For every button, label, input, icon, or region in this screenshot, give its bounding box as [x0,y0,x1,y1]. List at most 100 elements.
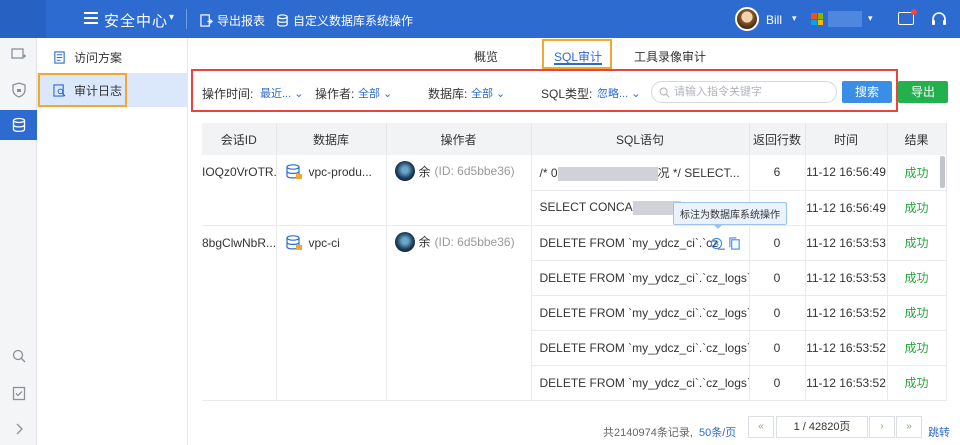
menu-icon[interactable] [84,12,98,24]
table-row[interactable]: 8bgClwNbR... vpc-ci 余 (ID: 6d5bbe36) DELE… [202,225,947,401]
time-filter-label: 操作时间: [202,87,254,101]
tab-overview[interactable]: 概览 [474,48,498,65]
next-page-button[interactable]: › [869,416,895,438]
main-content: 概览 SQL审计 工具录像审计 操作时间: 最近... ⌄ 操作者: 全部 ⌄ … [188,38,960,445]
page-size-select[interactable]: 50条/页 [699,424,736,440]
session-id-cell[interactable]: IOQz0VrOTR... [202,155,277,226]
time-cell: 11-12 16:56:49 [805,155,888,191]
export-report-button[interactable]: 导出报表 [200,12,265,29]
chevron-down-icon[interactable]: ▾ [169,12,174,23]
tooltip: 标注为数据库系统操作 [673,202,787,229]
redacted-text [557,166,658,181]
mark-system-op-icon[interactable] [710,237,723,250]
avatar[interactable] [735,7,759,31]
sql-text: DELETE FROM `my_ydcz_ci`.`cz_ [539,235,725,250]
custom-db-op-button[interactable]: 自定义数据库系统操作 [276,12,413,29]
column-header[interactable]: 返回行数 [749,123,806,155]
sql-cell[interactable]: DELETE FROM `my_ydcz_ci`.`cz_ [531,225,750,261]
custom-db-op-label: 自定义数据库系统操作 [293,14,414,28]
result-cell: 成功 [887,330,947,366]
operator-filter-select[interactable]: 全部 ⌄ [358,85,392,101]
operator-filter-value: 全部 [358,88,380,100]
time-cell: 11-12 16:56:49 [805,190,888,226]
column-header[interactable]: 时间 [805,123,888,155]
column-header[interactable]: 操作者 [386,123,532,155]
sql-cell[interactable]: /* 0 况 */ SELECT... [531,155,750,191]
page-info-text: 1 / 42820页 [793,421,851,433]
chevron-down-icon[interactable]: ▾ [792,13,797,24]
sql-cell[interactable]: DELETE FROM `my_ydcz_ci`.`cz_logs` ... [531,365,750,401]
first-page-button[interactable]: « [748,416,774,438]
page-info: 1 / 42820页 [776,416,868,438]
result-cell: 成功 [887,260,947,296]
operator-id: (ID: 6d5bbe36) [434,164,515,178]
clipboard-check-icon[interactable] [0,378,37,408]
headset-icon[interactable] [931,11,947,27]
region-selector[interactable] [828,11,862,27]
table-row[interactable]: IOQz0VrOTR... vpc-produ... 余 (ID: 6d5bbe3… [202,155,947,226]
sidebar-item-access-plan[interactable]: 访问方案 [37,40,188,74]
result-cell: 成功 [887,365,947,401]
search-box[interactable] [651,81,837,103]
database-cell: vpc-ci [276,225,387,401]
export-button[interactable]: 导出 [898,81,948,103]
side-nav: 访问方案 审计日志 [37,38,188,445]
session-id-cell[interactable]: 8bgClwNbR... [202,225,277,401]
table-header: 会话ID 数据库 操作者 SQL语句 返回行数 时间 结果 [202,123,947,155]
result-cell: 成功 [887,295,947,331]
rows-cell: 0 [749,295,806,331]
time-cell: 11-12 16:53:52 [805,365,888,401]
time-cell: 11-12 16:53:52 [805,295,888,331]
column-header[interactable]: 会话ID [202,123,277,155]
rows-cell: 0 [749,260,806,296]
rows-cell: 0 [749,365,806,401]
sidebar-item-audit-log[interactable]: 审计日志 [37,73,188,107]
tab-tool-recording-audit[interactable]: 工具录像审计 [634,48,706,65]
sql-cell[interactable]: DELETE FROM `my_ydcz_ci`.`cz_logs` ... [531,260,750,296]
operator-cell: 余 (ID: 6d5bbe36) [386,225,532,401]
jump-link[interactable]: 跳转 [928,424,950,440]
sql-cell[interactable]: DELETE FROM `my_ydcz_ci`.`cz_logs` ... [531,295,750,331]
search-button[interactable]: 搜索 [842,81,892,103]
database-cell: vpc-produ... [276,155,387,226]
total-records: 共2140974条记录, [603,427,693,439]
database-icon [277,14,288,27]
windows-icon[interactable] [811,13,823,25]
search-icon[interactable] [0,341,37,371]
access-icon[interactable] [0,40,37,70]
chevron-down-icon[interactable]: ▾ [868,13,873,24]
sql-cell[interactable]: DELETE FROM `my_ydcz_ci`.`cz_logs` ... [531,330,750,366]
active-tab-indicator [554,63,602,65]
operator-filter-label: 操作者: [315,87,355,101]
export-report-label: 导出报表 [217,14,266,28]
app-title: 安全中心 [104,13,169,30]
user-name[interactable]: Bill [766,13,782,27]
chevron-right-icon[interactable] [0,414,37,444]
column-header[interactable]: 数据库 [276,123,387,155]
highlight-box [38,73,127,107]
column-header[interactable]: SQL语句 [531,123,750,155]
db-filter-select[interactable]: 全部 ⌄ [471,85,505,101]
time-filter-select[interactable]: 最近... ⌄ [260,85,303,101]
time-filter-value: 最近... [260,88,292,100]
result-cell: 成功 [887,190,947,226]
time-cell: 11-12 16:53:53 [805,225,888,261]
row-actions [710,236,741,250]
sqltype-filter-select[interactable]: 忽略... ⌄ [597,85,640,101]
search-input[interactable] [674,84,832,100]
vertical-scrollbar[interactable] [940,156,945,188]
divider [186,9,187,29]
db-filter-label: 数据库: [428,87,468,101]
mail-icon[interactable] [898,9,917,25]
database-icon[interactable] [0,110,37,140]
database-icon [285,234,302,250]
audit-table: 会话ID 数据库 操作者 SQL语句 返回行数 时间 结果 IOQz0VrOTR… [202,123,947,401]
last-page-button[interactable]: » [896,416,922,438]
operator-name: 余 [418,164,431,179]
avatar [394,231,415,252]
copy-icon[interactable] [728,236,741,250]
column-header[interactable]: 结果 [887,123,947,155]
sqltype-filter-label: SQL类型: [541,87,593,101]
shield-icon[interactable] [0,75,37,105]
rows-cell: 0 [749,330,806,366]
